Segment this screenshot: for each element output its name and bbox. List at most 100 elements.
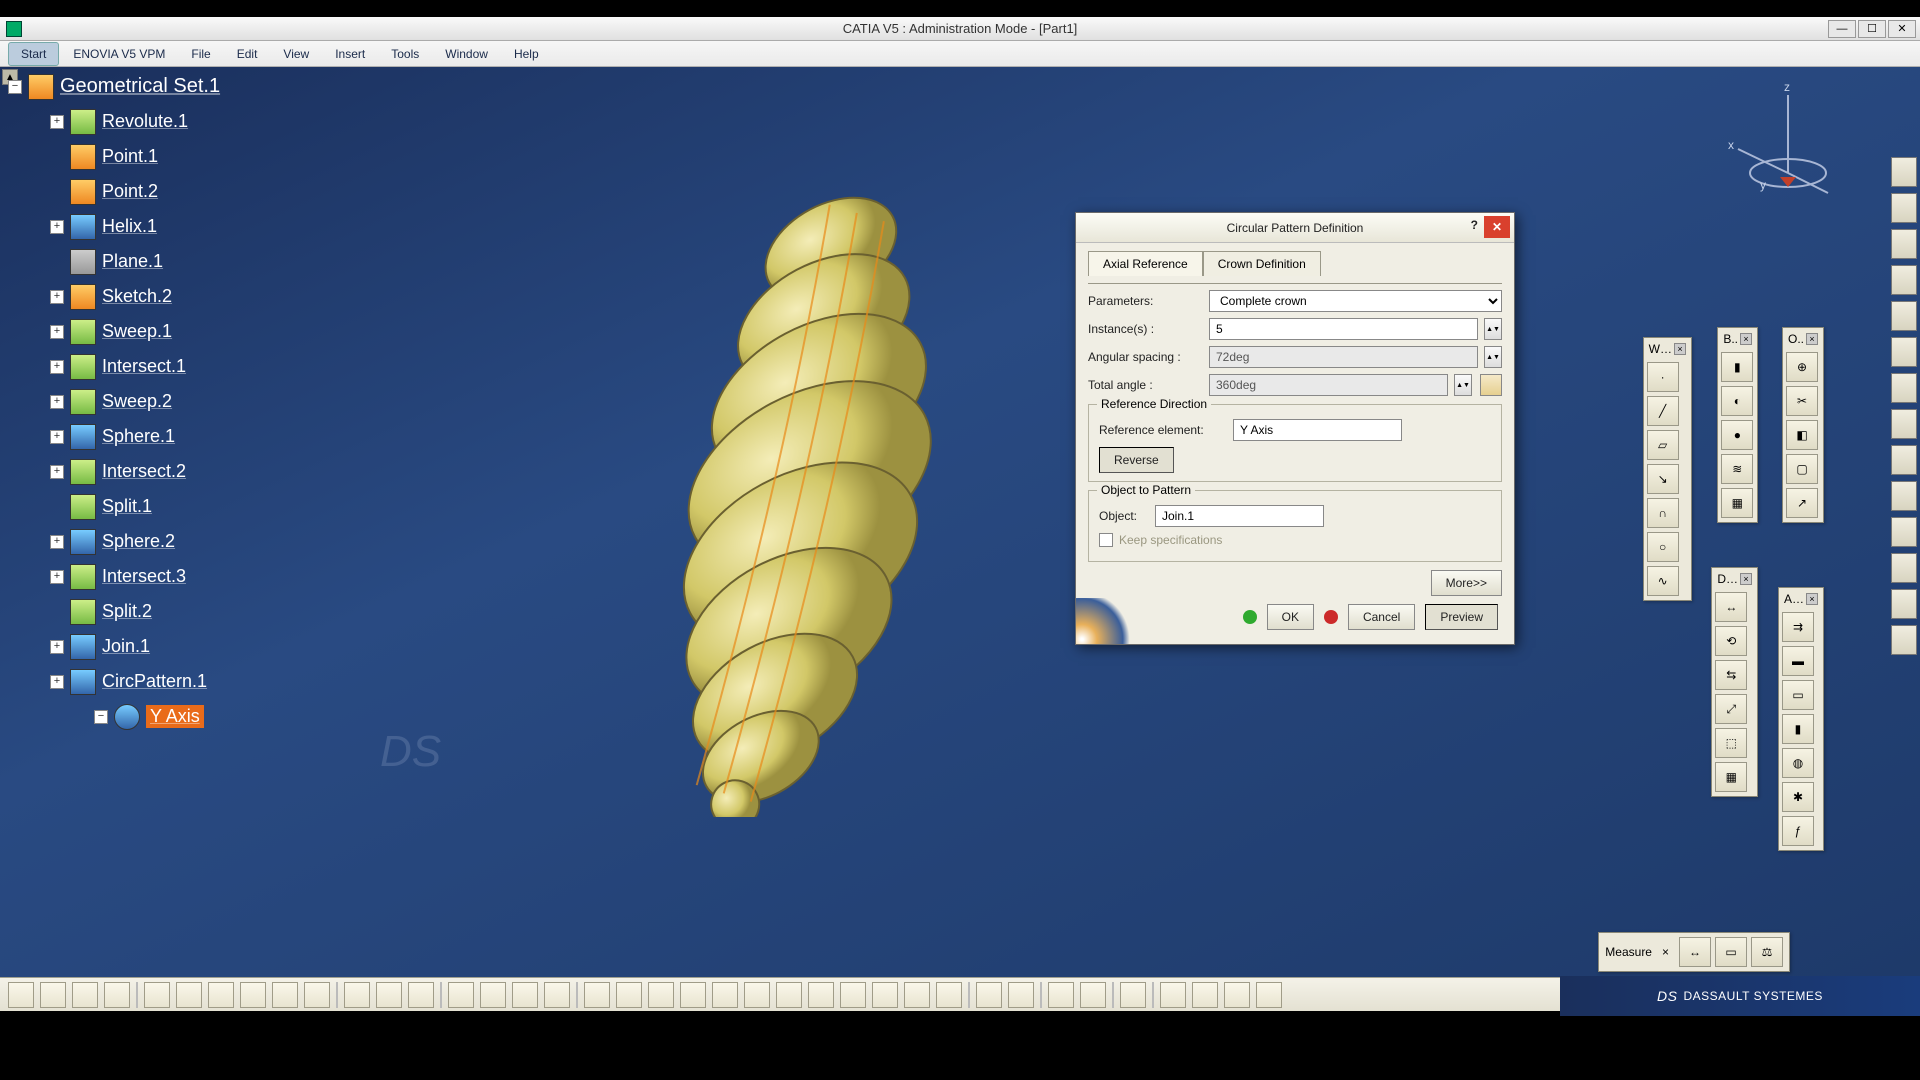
hide-button[interactable] bbox=[976, 982, 1002, 1008]
close-button[interactable]: ✕ bbox=[1888, 20, 1916, 38]
workbench-button[interactable] bbox=[1891, 157, 1917, 187]
menu-start[interactable]: Start bbox=[8, 42, 59, 66]
close-surface-tool[interactable]: ◍ bbox=[1782, 748, 1814, 778]
toolbox-close-icon[interactable]: × bbox=[1674, 343, 1686, 355]
look-button[interactable] bbox=[1224, 982, 1250, 1008]
measure-item-tool[interactable]: ▭ bbox=[1715, 937, 1747, 967]
swap-button[interactable] bbox=[1008, 982, 1034, 1008]
tree-item-label[interactable]: Sphere.1 bbox=[102, 426, 175, 447]
tab-axial-reference[interactable]: Axial Reference bbox=[1088, 251, 1203, 276]
rib-tool[interactable]: ▬ bbox=[1782, 646, 1814, 676]
offset-tool[interactable]: ⇉ bbox=[1782, 612, 1814, 642]
tree-expand-icon[interactable]: + bbox=[50, 360, 64, 374]
menu-edit[interactable]: Edit bbox=[225, 43, 270, 65]
multi-button[interactable] bbox=[512, 982, 538, 1008]
tree-expand-icon[interactable]: + bbox=[50, 325, 64, 339]
tree-item[interactable]: +Intersect.3 bbox=[50, 559, 220, 594]
toolbox-d[interactable]: D…× ↔ ⟲ ⇆ ⤢ ⬚ ▦ bbox=[1711, 567, 1758, 797]
angular-spinner[interactable]: ▲▼ bbox=[1484, 346, 1502, 368]
toolbox-close-icon[interactable]: × bbox=[1740, 573, 1752, 585]
revolve-tool[interactable]: ◐ bbox=[1721, 386, 1753, 416]
redo-button[interactable] bbox=[272, 982, 298, 1008]
more-button[interactable] bbox=[1891, 625, 1917, 655]
tree-axis-label[interactable]: Y Axis bbox=[146, 705, 204, 728]
tree-item-label[interactable]: Sweep.1 bbox=[102, 321, 172, 342]
toolbox-o[interactable]: O..× ⊕ ✂ ◧ ▢ ↗ bbox=[1782, 327, 1824, 523]
undo-button[interactable] bbox=[240, 982, 266, 1008]
tree-expand-icon[interactable]: + bbox=[50, 430, 64, 444]
options-button[interactable] bbox=[1080, 982, 1106, 1008]
tree-item[interactable]: +Helix.1 bbox=[50, 209, 220, 244]
tree-item-label[interactable]: Split.1 bbox=[102, 496, 152, 517]
object-input[interactable] bbox=[1155, 505, 1324, 527]
paste-button[interactable] bbox=[208, 982, 234, 1008]
dialog-close-button[interactable]: ✕ bbox=[1484, 216, 1510, 238]
capture-button[interactable] bbox=[904, 982, 930, 1008]
tree-expand-icon[interactable]: + bbox=[50, 290, 64, 304]
symmetry-tool[interactable]: ⇆ bbox=[1715, 660, 1747, 690]
toolbox-measure[interactable]: Measure × ↔ ▭ ⚖ bbox=[1598, 932, 1790, 972]
tree-expand-icon[interactable]: + bbox=[50, 115, 64, 129]
new-button[interactable] bbox=[8, 982, 34, 1008]
instances-input[interactable] bbox=[1209, 318, 1478, 340]
affinity-tool[interactable]: ⬚ bbox=[1715, 728, 1747, 758]
tree-item-label[interactable]: Revolute.1 bbox=[102, 111, 188, 132]
zoomout-button[interactable] bbox=[744, 982, 770, 1008]
iso-button[interactable] bbox=[840, 982, 866, 1008]
dialog-titlebar[interactable]: Circular Pattern Definition ? ✕ bbox=[1076, 213, 1514, 243]
tree-item[interactable]: Split.2 bbox=[50, 594, 220, 629]
tree-collapse-icon[interactable]: − bbox=[94, 710, 108, 724]
keep-spec-checkbox[interactable] bbox=[1099, 533, 1113, 547]
tree-item[interactable]: + Revolute.1 bbox=[50, 104, 220, 139]
tree-item[interactable]: Point.1 bbox=[50, 139, 220, 174]
drafting-button[interactable] bbox=[1891, 301, 1917, 331]
specification-tree[interactable]: − Geometrical Set.1 +Revolute.1Point.1Po… bbox=[8, 69, 220, 734]
menu-enovia[interactable]: ENOVIA V5 VPM bbox=[61, 43, 177, 65]
sketch-button[interactable] bbox=[1891, 193, 1917, 223]
tree-expand-icon[interactable]: + bbox=[50, 465, 64, 479]
tree-item-label[interactable]: Point.1 bbox=[102, 146, 158, 167]
tree-item-label[interactable]: Plane.1 bbox=[102, 251, 163, 272]
tab-crown-definition[interactable]: Crown Definition bbox=[1203, 251, 1321, 276]
tree-collapse-icon[interactable]: − bbox=[8, 80, 22, 94]
preview-button[interactable]: Preview bbox=[1425, 604, 1498, 630]
multiview-button[interactable] bbox=[808, 982, 834, 1008]
tree-item-label[interactable]: Intersect.2 bbox=[102, 461, 186, 482]
menu-help[interactable]: Help bbox=[502, 43, 551, 65]
catalog-button[interactable] bbox=[1120, 982, 1146, 1008]
instances-spinner[interactable]: ▲▼ bbox=[1484, 318, 1502, 340]
knowledge-button[interactable] bbox=[1891, 409, 1917, 439]
tree-expand-icon[interactable]: + bbox=[50, 535, 64, 549]
tree-item[interactable]: +Intersect.1 bbox=[50, 349, 220, 384]
projection-tool[interactable]: ↘ bbox=[1647, 464, 1679, 494]
tree-item[interactable]: Point.2 bbox=[50, 174, 220, 209]
toolbox-close-icon[interactable]: × bbox=[1740, 333, 1752, 345]
tree-item[interactable]: + Intersect.2 bbox=[50, 454, 220, 489]
zoomin-button[interactable] bbox=[712, 982, 738, 1008]
join-tool[interactable]: ⊕ bbox=[1786, 352, 1818, 382]
machining-button[interactable] bbox=[1891, 373, 1917, 403]
whatsthis-button[interactable] bbox=[304, 982, 330, 1008]
compass-button[interactable] bbox=[1160, 982, 1186, 1008]
boundary-tool[interactable]: ▢ bbox=[1786, 454, 1818, 484]
freestyle-button[interactable] bbox=[1891, 481, 1917, 511]
tree-item-label[interactable]: Join.1 bbox=[102, 636, 150, 657]
tree-item[interactable]: + Sphere.1 bbox=[50, 419, 220, 454]
tree-expand-icon[interactable]: + bbox=[50, 640, 64, 654]
extrude-tool[interactable]: ▮ bbox=[1721, 352, 1753, 382]
reverse-button[interactable]: Reverse bbox=[1099, 447, 1174, 473]
tree-expand-icon[interactable]: + bbox=[50, 220, 64, 234]
total-angle-spinner[interactable]: ▲▼ bbox=[1454, 374, 1472, 396]
split-tool[interactable]: ✂ bbox=[1786, 386, 1818, 416]
ref-element-input[interactable] bbox=[1233, 419, 1402, 441]
image-button[interactable] bbox=[408, 982, 434, 1008]
tree-expand-icon[interactable]: + bbox=[50, 395, 64, 409]
tree-item-label[interactable]: Point.2 bbox=[102, 181, 158, 202]
analysis-button[interactable] bbox=[1891, 337, 1917, 367]
formula-button[interactable] bbox=[344, 982, 370, 1008]
compass[interactable]: z x y bbox=[1720, 77, 1840, 197]
rotate-button[interactable] bbox=[680, 982, 706, 1008]
thick-tool[interactable]: ▮ bbox=[1782, 714, 1814, 744]
tree-item-label[interactable]: Sketch.2 bbox=[102, 286, 172, 307]
tree-item[interactable]: + Sweep.1 bbox=[50, 314, 220, 349]
